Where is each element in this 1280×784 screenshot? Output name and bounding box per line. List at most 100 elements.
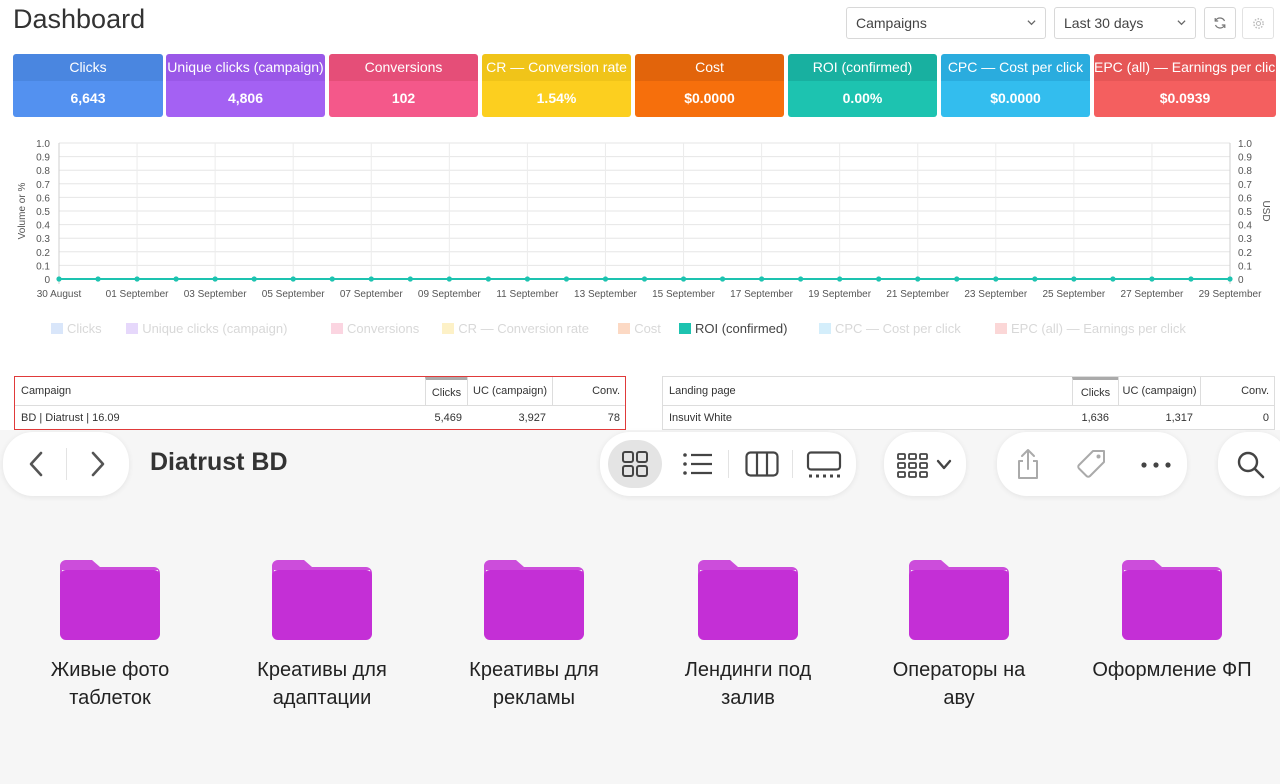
y-tick-label-right: 0.4 [1238,221,1252,232]
share-icon[interactable] [1015,448,1041,480]
column-header-clicks[interactable]: Clicks [425,377,467,405]
column-header-uc[interactable]: UC (campaign) [1118,377,1200,405]
folder-item[interactable]: Операторы на аву [859,556,1059,712]
data-point [680,276,687,282]
x-tick-label: 07 September [340,289,403,300]
table-row[interactable]: Insuvit White 1,636 1,317 0 [663,406,1274,429]
stat-card[interactable]: Conversions 102 [329,54,478,117]
y-tick-label-left: 0.9 [36,153,50,164]
legend-label: ROI (confirmed) [695,320,788,336]
x-tick-label: 21 September [886,289,949,300]
back-button[interactable] [25,450,49,478]
nav-buttons [3,432,129,496]
legend-label: Conversions [347,320,420,336]
group-by-button[interactable] [884,432,966,496]
stat-card[interactable]: EPC (all) — Earnings per click $0.0939 [1094,54,1276,117]
settings-button[interactable] [1242,7,1274,39]
data-point [602,276,609,282]
folder-item[interactable]: Креативы для адаптации [222,556,422,712]
data-point [134,276,140,282]
folder-item[interactable]: Оформление ФП [1072,556,1272,684]
stat-card-value: 1.54% [482,81,631,117]
stat-card[interactable]: Unique clicks (campaign) 4,806 [166,54,325,117]
stat-card-value: 4,806 [166,81,325,117]
legend-item[interactable]: CPC — Cost per click [819,319,961,337]
legend-item[interactable]: Cost [618,319,661,337]
legend-item[interactable]: Unique clicks (campaign) [126,319,287,337]
column-header-campaign[interactable]: Campaign [15,377,425,405]
y-tick-label-left: 0.8 [36,166,50,177]
legend-label: Cost [634,320,661,336]
stat-card-label: CR — Conversion rate [482,54,631,81]
stat-card-value: 6,643 [13,81,163,117]
column-view-icon[interactable] [745,451,779,477]
x-tick-label: 09 September [418,289,481,300]
divider [66,448,67,480]
x-tick-label: 19 September [808,289,871,300]
page-title: Dashboard [13,4,146,34]
y-tick-label-left: 0.6 [36,193,50,204]
legend-item[interactable]: EPC (all) — Earnings per click [995,319,1186,337]
y-tick-label-right: 1.0 [1238,139,1252,150]
cell-landing[interactable]: Insuvit White [669,406,732,429]
folder-item[interactable]: Лендинги под залив [648,556,848,712]
y-tick-label-left: 0.5 [36,207,50,218]
chevron-down-icon [1177,20,1186,26]
period-select[interactable]: Last 30 days [1054,7,1196,39]
folder-item[interactable]: Креативы для рекламы [434,556,634,712]
legend-swatch [819,322,831,334]
stat-card[interactable]: ROI (confirmed) 0.00% [788,54,937,117]
stat-card[interactable]: CPC — Cost per click $0.0000 [941,54,1090,117]
stat-card-label: EPC (all) — Earnings per click [1094,54,1276,81]
chart: 0 0 0.1 0.1 0.2 0.2 0.3 0.3 0.4 0.4 0.5 0.5 0.6 0.6 0.… [17,139,1271,300]
forward-button[interactable] [85,450,109,478]
stat-card[interactable]: Cost $0.0000 [635,54,784,117]
data-point [290,276,296,282]
list-view-icon[interactable] [682,452,714,476]
view-switcher [600,432,856,496]
legend-item[interactable]: Conversions [331,319,419,337]
cell-uc: 1,317 [1165,411,1193,424]
folder-icon [60,560,160,640]
table-row[interactable]: BD | Diatrust | 16.09 5,469 3,927 78 [15,406,625,429]
data-point [368,276,374,282]
folder-label: Оформление ФП [1092,659,1252,681]
stat-card-label: Cost [635,54,784,81]
y-tick-label-right: 0.8 [1238,166,1252,177]
more-icon[interactable] [1141,462,1171,468]
column-header-conv[interactable]: Conv. [552,377,625,405]
data-point [993,276,999,282]
folder-icon [1122,560,1222,640]
divider [792,450,793,478]
folder-label: Креативы для рекламы [469,659,599,709]
folder-title: Diatrust BD [150,448,288,476]
cell-clicks: 5,469 [434,411,462,424]
file-browser: Diatrust BD Живые фото таблеток Креативы … [0,430,1280,784]
folder-icon [909,560,1009,640]
x-tick-label: 30 August [37,289,82,300]
stat-card[interactable]: CR — Conversion rate 1.54% [482,54,631,117]
x-tick-label: 29 September [1199,289,1262,300]
legend-item[interactable]: CR — Conversion rate [442,319,589,337]
search-button[interactable] [1218,432,1280,496]
legend-item[interactable]: Clicks [51,319,102,337]
cell-conv: 0 [1262,411,1269,424]
stat-card-value: 0.00% [788,81,937,117]
data-point [837,276,843,282]
refresh-button[interactable] [1204,7,1236,39]
column-header-uc[interactable]: UC (campaign) [467,377,552,405]
folder-item[interactable]: Живые фото таблеток [10,556,210,712]
tag-icon[interactable] [1075,448,1109,482]
legend-item[interactable]: ROI (confirmed) [679,319,787,337]
column-header-clicks[interactable]: Clicks [1072,377,1118,405]
view-icons-button[interactable] [608,440,662,488]
column-header-conv[interactable]: Conv. [1200,377,1274,405]
gallery-view-icon[interactable] [806,451,842,479]
stat-card[interactable]: Clicks 6,643 [13,54,163,117]
folder-icon [698,560,798,640]
entity-select[interactable]: Campaigns [846,7,1046,39]
entity-select-value: Campaigns [856,15,927,31]
x-tick-label: 27 September [1121,289,1184,300]
cell-campaign[interactable]: BD | Diatrust | 16.09 [21,406,120,429]
column-header-landing[interactable]: Landing page [663,377,1072,405]
